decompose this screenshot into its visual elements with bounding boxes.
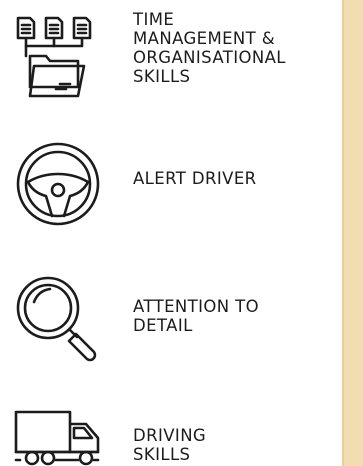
skill-item-alert-driver: ALERT DRIVER bbox=[0, 130, 337, 240]
skill-item-driving-skills: DRIVING SKILLS bbox=[0, 392, 337, 466]
truck-icon bbox=[12, 388, 104, 466]
skill-label: ALERT DRIVER bbox=[133, 169, 257, 188]
skill-label: ATTENTION TO DETAIL bbox=[133, 297, 260, 335]
magnifying-glass-icon bbox=[12, 272, 104, 364]
skill-item-attention-to-detail: ATTENTION TO DETAIL bbox=[0, 262, 337, 372]
steering-wheel-icon bbox=[12, 138, 104, 230]
side-panel bbox=[340, 0, 363, 466]
skill-label: TIME MANAGEMENT & ORGANISATIONAL SKILLS bbox=[133, 10, 286, 86]
skills-list: TIME MANAGEMENT & ORGANISATIONAL SKILLS … bbox=[0, 0, 337, 466]
skill-label: DRIVING SKILLS bbox=[133, 426, 207, 464]
skill-item-time-management: TIME MANAGEMENT & ORGANISATIONAL SKILLS bbox=[0, 0, 337, 110]
folder-documents-icon bbox=[12, 8, 104, 100]
side-panel-fill bbox=[344, 0, 363, 466]
